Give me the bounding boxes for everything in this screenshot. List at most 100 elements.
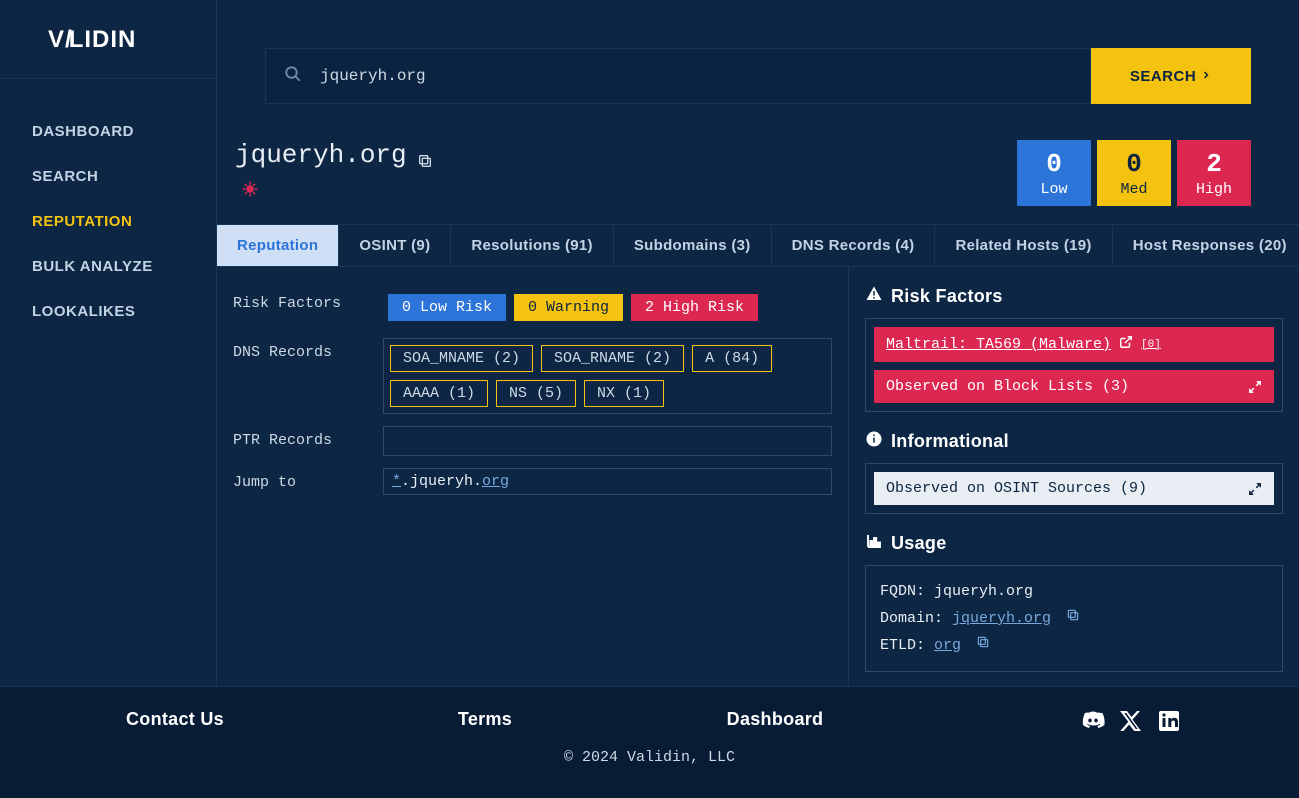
- copy-icon[interactable]: [976, 637, 990, 654]
- row-label-jump: Jump to: [233, 468, 371, 491]
- usage-fqdn-label: FQDN:: [880, 583, 934, 600]
- tab-osint[interactable]: OSINT (9): [339, 225, 451, 266]
- brand-logo: V/LIDIN: [0, 0, 216, 79]
- x-icon[interactable]: [1119, 709, 1143, 733]
- footer-terms[interactable]: Terms: [350, 709, 620, 733]
- jump-box: *.jqueryh.org: [383, 468, 832, 495]
- chevron-right-icon: [1200, 68, 1212, 85]
- usage-panel: FQDN: jqueryh.org Domain: jqueryh.org ET…: [865, 565, 1283, 672]
- sidebar-item-search[interactable]: SEARCH: [0, 154, 216, 199]
- score-high-num: 2: [1206, 149, 1222, 179]
- tab-relatedhosts[interactable]: Related Hosts (19): [935, 225, 1112, 266]
- usage-domain-link[interactable]: jqueryh.org: [952, 610, 1051, 627]
- usage-etld: ETLD: org: [880, 632, 1268, 659]
- row-dnsrecords: DNS Records SOA_MNAME (2) SOA_RNAME (2) …: [233, 338, 832, 414]
- subject-value: jqueryh.org: [235, 140, 407, 170]
- search-button[interactable]: SEARCH: [1091, 48, 1251, 104]
- risk-item-0-ref[interactable]: [0]: [1141, 339, 1161, 351]
- chip-ns[interactable]: NS (5): [496, 380, 576, 407]
- usage-etld-link[interactable]: org: [934, 637, 961, 654]
- content-right: Risk Factors Maltrail: TA569 (Malware) […: [849, 267, 1299, 701]
- info-item-0[interactable]: Observed on OSINT Sources (9): [874, 472, 1274, 505]
- tab-subdomains[interactable]: Subdomains (3): [614, 225, 772, 266]
- warning-icon: [865, 285, 883, 308]
- jump-tld[interactable]: org: [482, 473, 509, 490]
- risk-item-1[interactable]: Observed on Block Lists (3): [874, 370, 1274, 403]
- score-low-num: 0: [1046, 149, 1062, 179]
- tab-hostresponses[interactable]: Host Responses (20): [1113, 225, 1299, 266]
- malware-icon: [241, 180, 433, 203]
- search-input[interactable]: [320, 67, 1072, 85]
- row-label-ptr: PTR Records: [233, 426, 371, 449]
- sidebar-nav: DASHBOARD SEARCH REPUTATION BULK ANALYZE…: [0, 79, 216, 334]
- footer-social: [930, 709, 1299, 733]
- score-low-label: Low: [1040, 181, 1067, 198]
- footer-links: Contact Us Terms Dashboard: [0, 687, 1299, 741]
- expand-icon[interactable]: [1248, 380, 1262, 394]
- score-high-label: High: [1196, 181, 1232, 198]
- section-info-head: Informational: [865, 430, 1283, 453]
- chart-icon: [865, 532, 883, 555]
- footer-dashboard[interactable]: Dashboard: [620, 709, 930, 733]
- row-label-dns: DNS Records: [233, 338, 371, 361]
- jump-star[interactable]: *: [392, 473, 401, 490]
- discord-icon[interactable]: [1081, 709, 1105, 733]
- sidebar: V/LIDIN DASHBOARD SEARCH REPUTATION BULK…: [0, 0, 217, 686]
- pill-warn[interactable]: 0 Warning: [514, 294, 623, 321]
- section-risk-label: Risk Factors: [891, 286, 1003, 307]
- score-high: 2 High: [1177, 140, 1251, 206]
- section-usage-label: Usage: [891, 533, 947, 554]
- pill-high[interactable]: 2 High Risk: [631, 294, 758, 321]
- usage-fqdn-value: jqueryh.org: [934, 583, 1033, 600]
- external-link-icon: [1119, 335, 1133, 354]
- score-badges: 0 Low 0 Med 2 High: [1017, 140, 1251, 206]
- jump-mid: .jqueryh.: [401, 473, 482, 490]
- main: SEARCH jqueryh.org: [217, 0, 1299, 686]
- chip-soa-mname[interactable]: SOA_MNAME (2): [390, 345, 533, 372]
- info-panel: Observed on OSINT Sources (9): [865, 463, 1283, 514]
- sidebar-item-dashboard[interactable]: DASHBOARD: [0, 109, 216, 154]
- chip-soa-rname[interactable]: SOA_RNAME (2): [541, 345, 684, 372]
- risk-item-0[interactable]: Maltrail: TA569 (Malware) [0]: [874, 327, 1274, 362]
- copy-icon[interactable]: [1066, 610, 1080, 627]
- tab-reputation[interactable]: Reputation: [217, 225, 339, 266]
- usage-domain-label: Domain:: [880, 610, 952, 627]
- content: Risk Factors 0 Low Risk 0 Warning 2 High…: [217, 267, 1299, 701]
- chip-a[interactable]: A (84): [692, 345, 772, 372]
- usage-fqdn: FQDN: jqueryh.org: [880, 578, 1268, 605]
- tabs: Reputation OSINT (9) Resolutions (91) Su…: [217, 224, 1299, 267]
- section-usage-head: Usage: [865, 532, 1283, 555]
- row-label-risk: Risk Factors: [233, 289, 371, 312]
- risk-item-0-text[interactable]: Maltrail: TA569 (Malware): [886, 336, 1111, 353]
- copy-icon[interactable]: [417, 147, 433, 163]
- sidebar-item-lookalikes[interactable]: LOOKALIKES: [0, 289, 216, 334]
- score-med-num: 0: [1126, 149, 1142, 179]
- row-ptrrecords: PTR Records: [233, 426, 832, 456]
- heading-left: jqueryh.org: [235, 140, 433, 203]
- usage-etld-label: ETLD:: [880, 637, 934, 654]
- info-item-0-text: Observed on OSINT Sources (9): [886, 480, 1147, 497]
- sidebar-item-reputation[interactable]: REPUTATION: [0, 199, 216, 244]
- ptr-box: [383, 426, 832, 456]
- heading-row: jqueryh.org: [235, 140, 1251, 206]
- footer-contact[interactable]: Contact Us: [0, 709, 350, 733]
- risk-pills: 0 Low Risk 0 Warning 2 High Risk: [383, 289, 832, 326]
- footer: Contact Us Terms Dashboard © 2024 Validi…: [0, 686, 1299, 798]
- content-left: Risk Factors 0 Low Risk 0 Warning 2 High…: [217, 267, 849, 701]
- tab-resolutions[interactable]: Resolutions (91): [451, 225, 613, 266]
- tab-dnsrecords[interactable]: DNS Records (4): [772, 225, 936, 266]
- chip-nx[interactable]: NX (1): [584, 380, 664, 407]
- pill-low[interactable]: 0 Low Risk: [388, 294, 506, 321]
- score-med: 0 Med: [1097, 140, 1171, 206]
- section-info-label: Informational: [891, 431, 1009, 452]
- row-jumpto: Jump to *.jqueryh.org: [233, 468, 832, 495]
- sidebar-item-bulkanalyze[interactable]: BULK ANALYZE: [0, 244, 216, 289]
- search-icon: [284, 65, 302, 87]
- expand-icon[interactable]: [1248, 482, 1262, 496]
- chip-aaaa[interactable]: AAAA (1): [390, 380, 488, 407]
- info-icon: [865, 430, 883, 453]
- score-med-label: Med: [1120, 181, 1147, 198]
- search-button-label: SEARCH: [1130, 68, 1196, 85]
- risk-panel: Maltrail: TA569 (Malware) [0] Observed o…: [865, 318, 1283, 412]
- linkedin-icon[interactable]: [1157, 709, 1181, 733]
